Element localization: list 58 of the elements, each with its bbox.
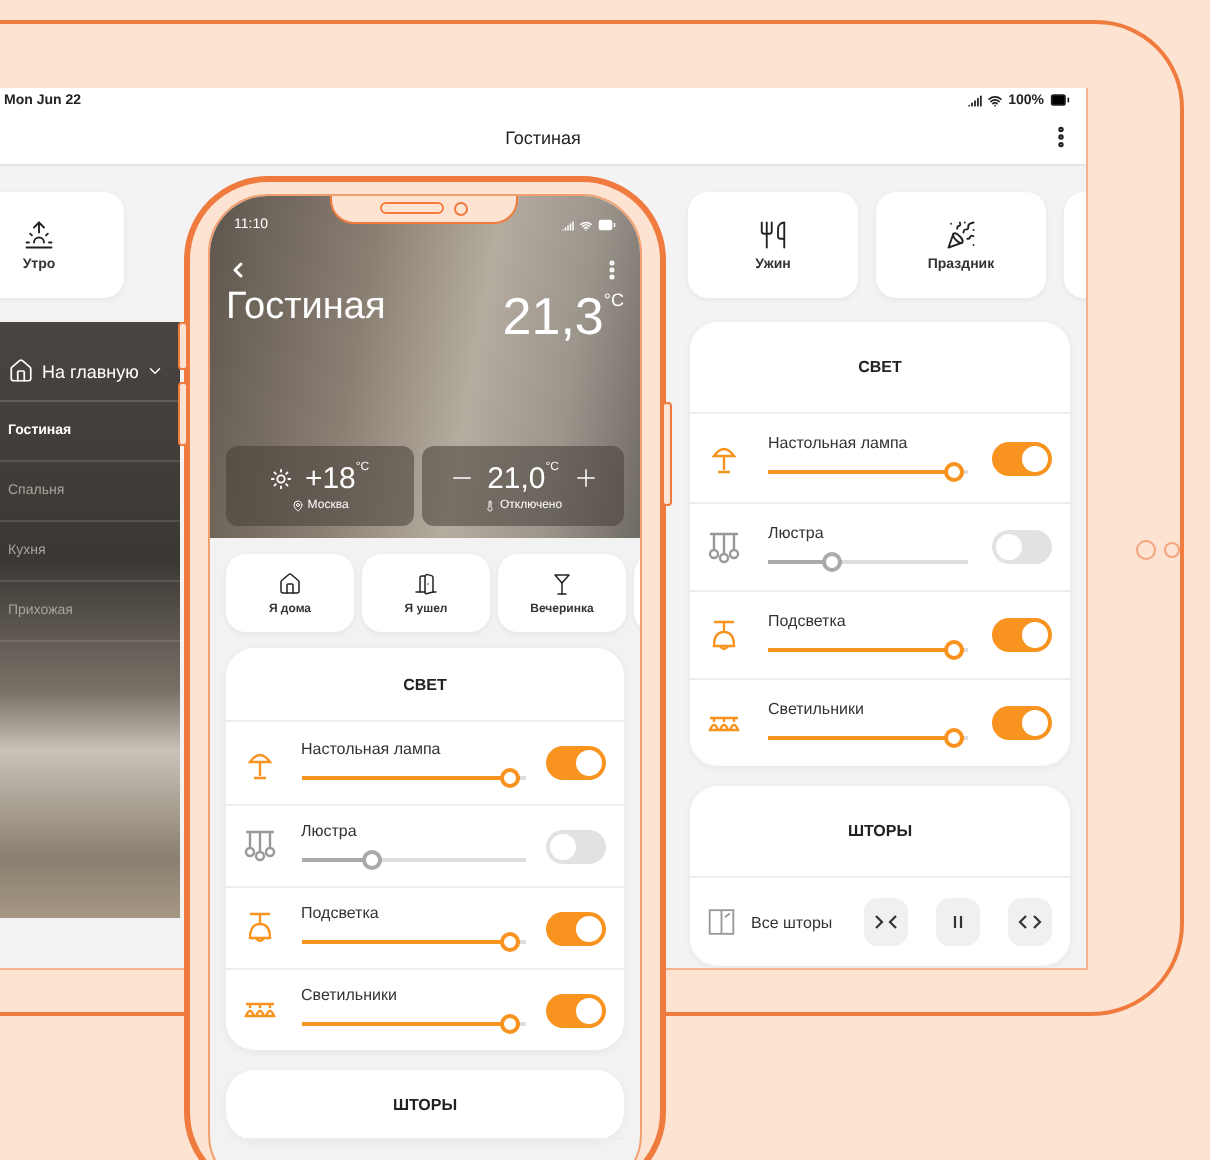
outdoor-temperature: +18$^{°C}$	[304, 461, 370, 495]
arrows-outward-icon	[1018, 914, 1043, 930]
toggle-switch[interactable]	[992, 618, 1052, 652]
arrows-inward-icon	[874, 914, 899, 930]
chevron-down-icon[interactable]	[146, 362, 165, 380]
home-menu-link[interactable]: На главную	[42, 361, 139, 381]
door-icon	[414, 571, 438, 595]
toggle-switch[interactable]	[546, 911, 606, 945]
page-dot[interactable]	[1164, 542, 1180, 558]
battery-icon	[598, 216, 616, 234]
lamp-name: Подсветка	[768, 611, 848, 629]
toggle-switch[interactable]	[546, 746, 606, 780]
location-pin-icon	[291, 499, 304, 511]
sunrise-icon	[24, 219, 54, 249]
toggle-switch[interactable]	[546, 829, 606, 863]
thermometer-icon	[483, 499, 496, 511]
party-popper-icon	[946, 219, 976, 249]
chandelier-icon	[244, 830, 276, 862]
target-temperature: 21,0$^{°C}$	[487, 461, 559, 495]
toggle-switch[interactable]	[992, 530, 1052, 564]
chandelier-icon	[708, 531, 740, 563]
blinds-button[interactable]	[864, 898, 909, 946]
blinds-button[interactable]	[1008, 898, 1053, 946]
card-title: ШТОРЫ	[847, 822, 913, 840]
room-temperature: 21,3$^{°C}$	[502, 286, 624, 348]
card-title: СВЕТ	[858, 358, 902, 376]
toggle-switch[interactable]	[992, 441, 1052, 475]
signal-icon	[968, 93, 983, 107]
lamp-name: Подсветка	[301, 904, 381, 922]
lamp-name: Светильники	[768, 699, 866, 717]
home-icon[interactable]	[8, 358, 34, 384]
plus-icon[interactable]	[571, 464, 599, 492]
pendant-lamp-icon	[708, 619, 740, 651]
toggle-switch[interactable]	[546, 993, 606, 1027]
lamp-name: Люстра	[768, 523, 826, 541]
cocktail-glass-icon	[550, 571, 574, 595]
card-title: СВЕТ	[403, 675, 447, 693]
table-lamp-icon	[708, 442, 740, 474]
sun-icon	[270, 467, 293, 489]
room-title: Гостиная	[226, 286, 386, 330]
wifi-icon	[988, 93, 1003, 107]
toggle-switch[interactable]	[992, 706, 1052, 740]
window-icon	[708, 906, 735, 938]
lamp-name: Светильники	[301, 986, 399, 1004]
blinds-button[interactable]	[936, 898, 981, 946]
pendant-lamp-icon	[244, 912, 276, 944]
house-icon	[278, 571, 302, 595]
blinds-label: Все шторы	[751, 913, 833, 931]
lamp-name: Настольная лампа	[768, 434, 910, 452]
fork-knife-icon	[758, 219, 788, 249]
signal-icon	[562, 219, 574, 231]
battery-icon	[1050, 90, 1070, 110]
page-dot[interactable]	[1136, 540, 1156, 560]
lamp-name: Люстра	[301, 822, 359, 840]
wifi-icon	[580, 219, 592, 231]
screen-title: Гостиная	[505, 128, 581, 148]
card-title: ШТОРЫ	[392, 1095, 458, 1113]
lamp-name: Настольная лампа	[301, 739, 443, 757]
